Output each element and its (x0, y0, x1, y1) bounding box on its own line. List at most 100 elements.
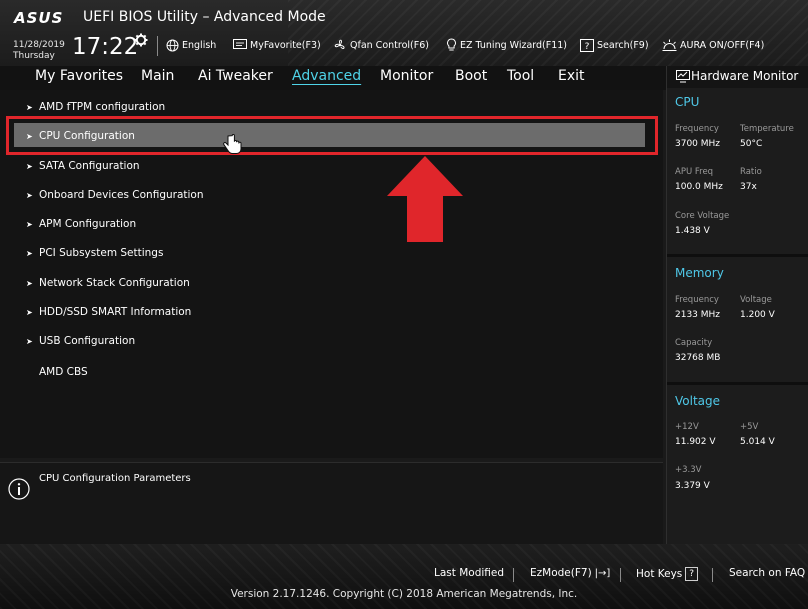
tab-tool[interactable]: Tool (507, 68, 534, 84)
menu-item-label: SATA Configuration (39, 160, 140, 172)
globe-icon (166, 39, 179, 51)
hardware-monitor-header: Hardware Monitor (667, 66, 808, 88)
chevron-right-icon: ➤ (26, 248, 33, 258)
chevron-right-icon: ➤ (26, 278, 33, 288)
ezmode-button[interactable]: EzMode(F7) |→] (530, 567, 610, 579)
menu-item-label: HDD/SSD SMART Information (39, 306, 192, 318)
qfan-control-label: Qfan Control(F6) (350, 39, 429, 51)
hand-pointer-icon (223, 134, 242, 154)
chevron-right-icon: ➤ (26, 307, 33, 317)
menu-item-sata-configuration[interactable]: ➤ SATA Configuration (26, 156, 140, 176)
header-divider (157, 36, 158, 56)
v5-value: 5.014 V (740, 437, 775, 447)
hot-keys-button[interactable]: Hot Keys ? (636, 567, 699, 581)
gear-icon[interactable] (134, 33, 148, 47)
core-voltage-label: Core Voltage (675, 211, 730, 221)
capacity-label: Capacity (675, 338, 713, 348)
menu-item-pci-subsystem[interactable]: ➤ PCI Subsystem Settings (26, 243, 163, 263)
ezmode-label: EzMode(F7) (530, 567, 592, 579)
search-faq-button[interactable]: Search on FAQ (729, 567, 805, 579)
myfavorite-label: MyFavorite(F3) (250, 39, 321, 51)
footer-divider (513, 568, 514, 582)
last-modified-label: Last Modified (434, 567, 505, 579)
nav-tabs: My Favorites Main Ai Tweaker Advanced Mo… (0, 66, 666, 90)
qfan-control-button[interactable]: Qfan Control(F6) (333, 37, 429, 53)
tab-exit[interactable]: Exit (558, 68, 585, 84)
bulb-icon (447, 38, 456, 51)
menu-item-label: AMD fTPM configuration (39, 101, 166, 113)
menu-item-label: USB Configuration (39, 335, 136, 347)
last-modified-button[interactable]: Last Modified (434, 567, 504, 579)
language-button[interactable]: English (166, 37, 216, 53)
menu-item-onboard-devices[interactable]: ➤ Onboard Devices Configuration (26, 185, 204, 205)
ez-tuning-wizard-button[interactable]: EZ Tuning Wizard(F11) (446, 37, 567, 53)
info-icon (8, 478, 30, 500)
date-display: 11/28/2019 (13, 40, 65, 50)
cpu-frequency-label: Frequency (675, 124, 719, 134)
header-texture (288, 0, 808, 66)
v12-label: +12V (675, 422, 699, 432)
cpu-frequency-value: 3700 MHz (675, 139, 721, 149)
memory-frequency-label: Frequency (675, 295, 719, 305)
weekday-display: Thursday (13, 51, 55, 61)
memory-section-title: Memory (675, 266, 724, 280)
chevron-right-icon: ➤ (26, 102, 33, 112)
svg-text:?: ? (585, 42, 590, 52)
menu-item-apm-configuration[interactable]: ➤ APM Configuration (26, 214, 136, 234)
memory-voltage-value: 1.200 V (740, 310, 775, 320)
cpu-section-title: CPU (675, 95, 700, 109)
asus-logo: ASUS (14, 9, 64, 27)
language-label: English (182, 39, 217, 51)
tab-ai-tweaker[interactable]: Ai Tweaker (198, 68, 273, 84)
tab-boot[interactable]: Boot (455, 68, 487, 84)
v12-value: 11.902 V (675, 437, 716, 447)
menu-item-label: Network Stack Configuration (39, 277, 190, 289)
clock-display: 17:22 (72, 34, 139, 60)
hardware-monitor-title: Hardware Monitor (691, 69, 799, 83)
v5-label: +5V (740, 422, 759, 432)
voltage-section-title: Voltage (675, 394, 721, 408)
tab-main[interactable]: Main (141, 68, 174, 84)
menu-item-label: Onboard Devices Configuration (39, 189, 204, 201)
copyright-text: Version 2.17.1246. Copyright (C) 2018 Am… (230, 588, 578, 600)
ratio-label: Ratio (740, 167, 762, 177)
menu-item-amd-cbs[interactable]: AMD CBS (39, 362, 88, 382)
menu-item-label: PCI Subsystem Settings (39, 247, 164, 259)
red-highlight-box (6, 116, 658, 155)
tab-my-favorites[interactable]: My Favorites (35, 68, 123, 84)
chevron-right-icon: ➤ (26, 336, 33, 346)
footer-divider (712, 568, 713, 582)
search-faq-label: Search on FAQ (729, 567, 806, 579)
memory-frequency-value: 2133 MHz (675, 310, 721, 320)
tab-monitor[interactable]: Monitor (380, 68, 433, 84)
menu-item-amd-ftpm[interactable]: ➤ AMD fTPM configuration (26, 97, 165, 117)
memory-voltage-label: Voltage (740, 295, 772, 305)
search-label: Search(F9) (597, 39, 649, 51)
menu-item-label: APM Configuration (39, 218, 137, 230)
aura-label: AURA ON/OFF(F4) (680, 39, 765, 51)
tab-advanced[interactable]: Advanced (292, 68, 361, 84)
core-voltage-value: 1.438 V (675, 226, 710, 236)
help-key-icon: ? (685, 567, 699, 581)
hwmon-divider (667, 254, 808, 257)
fan-icon (334, 39, 345, 50)
apu-freq-label: APU Freq (675, 167, 714, 177)
hardware-monitor-panel: Hardware Monitor CPU Frequency 3700 MHz … (666, 66, 808, 544)
search-help-icon: ? (580, 38, 594, 52)
menu-item-network-stack[interactable]: ➤ Network Stack Configuration (26, 273, 190, 293)
myfavorite-button[interactable]: MyFavorite(F3) (233, 37, 321, 53)
cpu-temperature-value: 50°C (740, 139, 763, 149)
chevron-right-icon: ➤ (26, 190, 33, 200)
aura-toggle-button[interactable]: AURA ON/OFF(F4) (662, 37, 764, 53)
search-button[interactable]: ? Search(F9) (580, 37, 649, 53)
v33-value: 3.379 V (675, 481, 710, 491)
menu-item-usb-configuration[interactable]: ➤ USB Configuration (26, 331, 135, 351)
chevron-right-icon: ➤ (26, 219, 33, 229)
cpu-temperature-label: Temperature (740, 124, 794, 134)
apu-freq-value: 100.0 MHz (675, 182, 723, 192)
favorite-screen-icon (233, 39, 247, 49)
menu-item-hdd-ssd-smart[interactable]: ➤ HDD/SSD SMART Information (26, 302, 191, 322)
top-header: ASUS UEFI BIOS Utility – Advanced Mode 1… (0, 0, 808, 66)
capacity-value: 32768 MB (675, 353, 721, 363)
app-title: UEFI BIOS Utility – Advanced Mode (83, 9, 326, 25)
